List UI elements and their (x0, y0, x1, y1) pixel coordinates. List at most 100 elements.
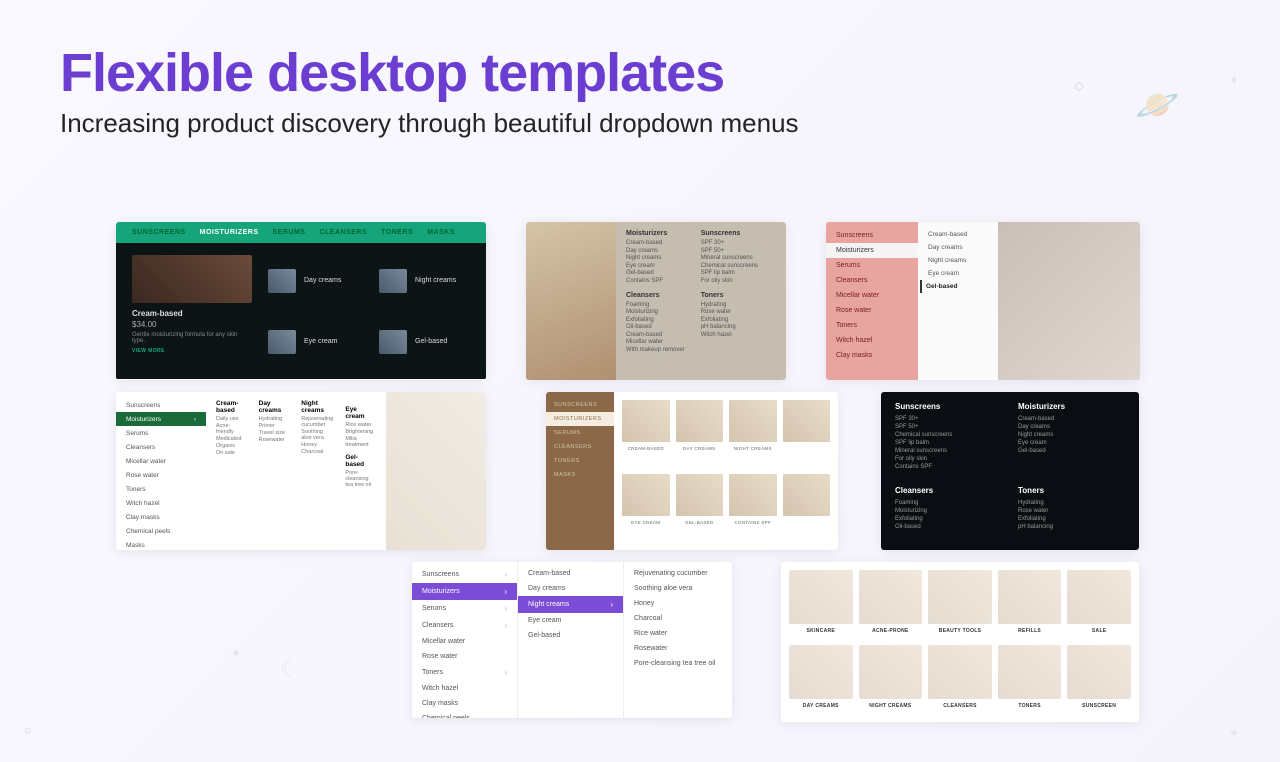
sidebar-item[interactable]: Chemical peels (116, 524, 206, 538)
menu-item[interactable]: Mineral sunscreens (895, 448, 1002, 454)
menu-item[interactable]: On sale (216, 450, 247, 456)
menu-item[interactable]: Hydrating (1018, 500, 1125, 506)
sidebar-item[interactable]: Cleansers (116, 440, 206, 454)
menu-item[interactable]: Medicated (216, 436, 247, 442)
sidebar-item[interactable]: MOISTURIZERS (546, 412, 614, 426)
menu-item[interactable]: Rose water (1018, 508, 1125, 514)
category-tile[interactable]: SALE (1067, 570, 1131, 639)
menu-item[interactable]: Eye cream (518, 613, 623, 628)
category-tile[interactable]: SUNSCREEN (1067, 645, 1131, 714)
sidebar-item[interactable]: Witch hazel (826, 333, 918, 348)
menu-item[interactable]: SPF 30+ (701, 240, 758, 246)
menu-item[interactable]: Night creams (626, 255, 685, 261)
sidebar-item[interactable]: MASKS (546, 468, 614, 482)
nav-item-active[interactable]: MOISTURIZERS (200, 229, 259, 236)
menu-item[interactable]: Chemical sunscreens (895, 432, 1002, 438)
sidebar-item[interactable]: Moisturizers› (116, 412, 206, 426)
menu-item[interactable]: Travel size (259, 430, 290, 436)
menu-item[interactable]: Sunscreens› (412, 566, 517, 583)
menu-item[interactable]: Rosewater (624, 641, 730, 656)
sidebar-item[interactable]: Toners (826, 318, 918, 333)
menu-item[interactable]: Rose water (412, 649, 517, 664)
menu-item[interactable]: Chemical sunscreens (701, 263, 758, 269)
menu-item[interactable]: Eye cream (1018, 440, 1125, 446)
sidebar-item[interactable]: Moisturizers (826, 243, 918, 258)
menu-item[interactable]: Rejuvenating cucumber (624, 566, 730, 581)
menu-item[interactable]: Rice water (624, 626, 730, 641)
category-tile[interactable]: CLEANSERS (928, 645, 992, 714)
menu-item[interactable]: Honey (624, 596, 730, 611)
menu-item[interactable]: Rejuvenating cucumber (301, 416, 333, 428)
menu-item[interactable]: Exfoliating (701, 317, 758, 323)
sidebar-item[interactable]: SUNSCREENS (546, 398, 614, 412)
menu-item[interactable]: Oil-based (626, 324, 685, 330)
menu-item[interactable]: Gel-based (1018, 448, 1125, 454)
grid-item[interactable]: DAY CREAMS (676, 400, 724, 468)
menu-item[interactable]: Cream-based (626, 240, 685, 246)
menu-item[interactable]: Toners› (412, 664, 517, 681)
menu-item[interactable]: SPF lip balm (701, 270, 758, 276)
menu-item[interactable]: Witch hazel (412, 681, 517, 696)
menu-item[interactable]: Gel-based (518, 628, 623, 643)
sidebar-item[interactable]: Rose water (116, 468, 206, 482)
nav-item[interactable]: TONERS (381, 229, 413, 236)
menu-item[interactable]: pH balancing (701, 324, 758, 330)
menu-option[interactable]: Night creams (379, 255, 470, 306)
menu-item[interactable]: Contains SPF (895, 464, 1002, 470)
sidebar-item[interactable]: Witch hazel (116, 496, 206, 510)
menu-item[interactable]: SPF 50+ (895, 424, 1002, 430)
menu-item[interactable]: SPF lip balm (895, 440, 1002, 446)
sidebar-item[interactable]: Cleansers (826, 273, 918, 288)
sidebar-item[interactable]: Serums (826, 258, 918, 273)
menu-item[interactable]: Night creams (1018, 432, 1125, 438)
menu-item[interactable]: Eye cream (626, 263, 685, 269)
menu-item[interactable]: Pore-cleansing tea tree oil (624, 656, 730, 671)
menu-item[interactable]: Day creams (518, 581, 623, 596)
menu-option[interactable]: Eye cream (268, 316, 359, 367)
menu-item[interactable]: SPF 30+ (895, 416, 1002, 422)
category-tile[interactable]: NIGHT CREAMS (859, 645, 923, 714)
sidebar-item[interactable]: Clay masks (826, 348, 918, 363)
category-tile[interactable]: SKINCARE (789, 570, 853, 639)
menu-item[interactable]: Day creams (1018, 424, 1125, 430)
menu-item[interactable]: Foaming (626, 302, 685, 308)
menu-item[interactable]: Moisturizing (626, 309, 685, 315)
menu-item[interactable]: Rose water (701, 309, 758, 315)
sidebar-item[interactable]: Clay masks (116, 510, 206, 524)
menu-item[interactable]: Milia treatment (345, 436, 376, 448)
menu-item[interactable]: Gel-based (626, 270, 685, 276)
menu-item[interactable]: Micellar water (412, 634, 517, 649)
view-more-link[interactable]: VIEW MORE (132, 348, 252, 354)
sidebar-item[interactable]: Sunscreens (116, 398, 206, 412)
nav-item[interactable]: SUNSCREENS (132, 229, 186, 236)
menu-item[interactable]: Cream-based (518, 566, 623, 581)
menu-item[interactable]: Honey (301, 442, 333, 448)
menu-item[interactable]: For oily skin (895, 456, 1002, 462)
menu-item[interactable]: Day creams (926, 241, 990, 254)
menu-item[interactable]: Clay masks (412, 696, 517, 711)
menu-item[interactable]: Exfoliating (1018, 516, 1125, 522)
category-tile[interactable]: ACNE-PRONE (859, 570, 923, 639)
menu-item[interactable]: Micellar water (626, 339, 685, 345)
sidebar-item[interactable]: Toners (116, 482, 206, 496)
menu-item[interactable]: Exfoliating (895, 516, 1002, 522)
sidebar-item[interactable]: Rose water (826, 303, 918, 318)
menu-item[interactable]: pH balancing (1018, 524, 1125, 530)
sidebar-item[interactable]: TONERS (546, 454, 614, 468)
menu-item[interactable]: Charcoal (624, 611, 730, 626)
grid-item[interactable]: GEL-BASED (676, 474, 724, 542)
menu-item[interactable]: Mineral sunscreens (701, 255, 758, 261)
menu-item[interactable]: Hydrating (701, 302, 758, 308)
menu-item[interactable]: Cream-based (1018, 416, 1125, 422)
menu-item[interactable]: Soothing aloe vera (624, 581, 730, 596)
sidebar-item[interactable]: Micellar water (826, 288, 918, 303)
sidebar-item[interactable]: Serums (116, 426, 206, 440)
grid-item[interactable] (783, 400, 831, 468)
menu-item[interactable]: Night creams (926, 254, 990, 267)
category-tile[interactable]: REFILLS (998, 570, 1062, 639)
grid-item[interactable]: CONTAINS SPF (729, 474, 777, 542)
grid-item[interactable] (783, 474, 831, 542)
grid-item[interactable]: NIGHT CREAMS (729, 400, 777, 468)
menu-item[interactable]: Brightening (345, 429, 376, 435)
menu-item[interactable]: Hydrating (259, 416, 290, 422)
